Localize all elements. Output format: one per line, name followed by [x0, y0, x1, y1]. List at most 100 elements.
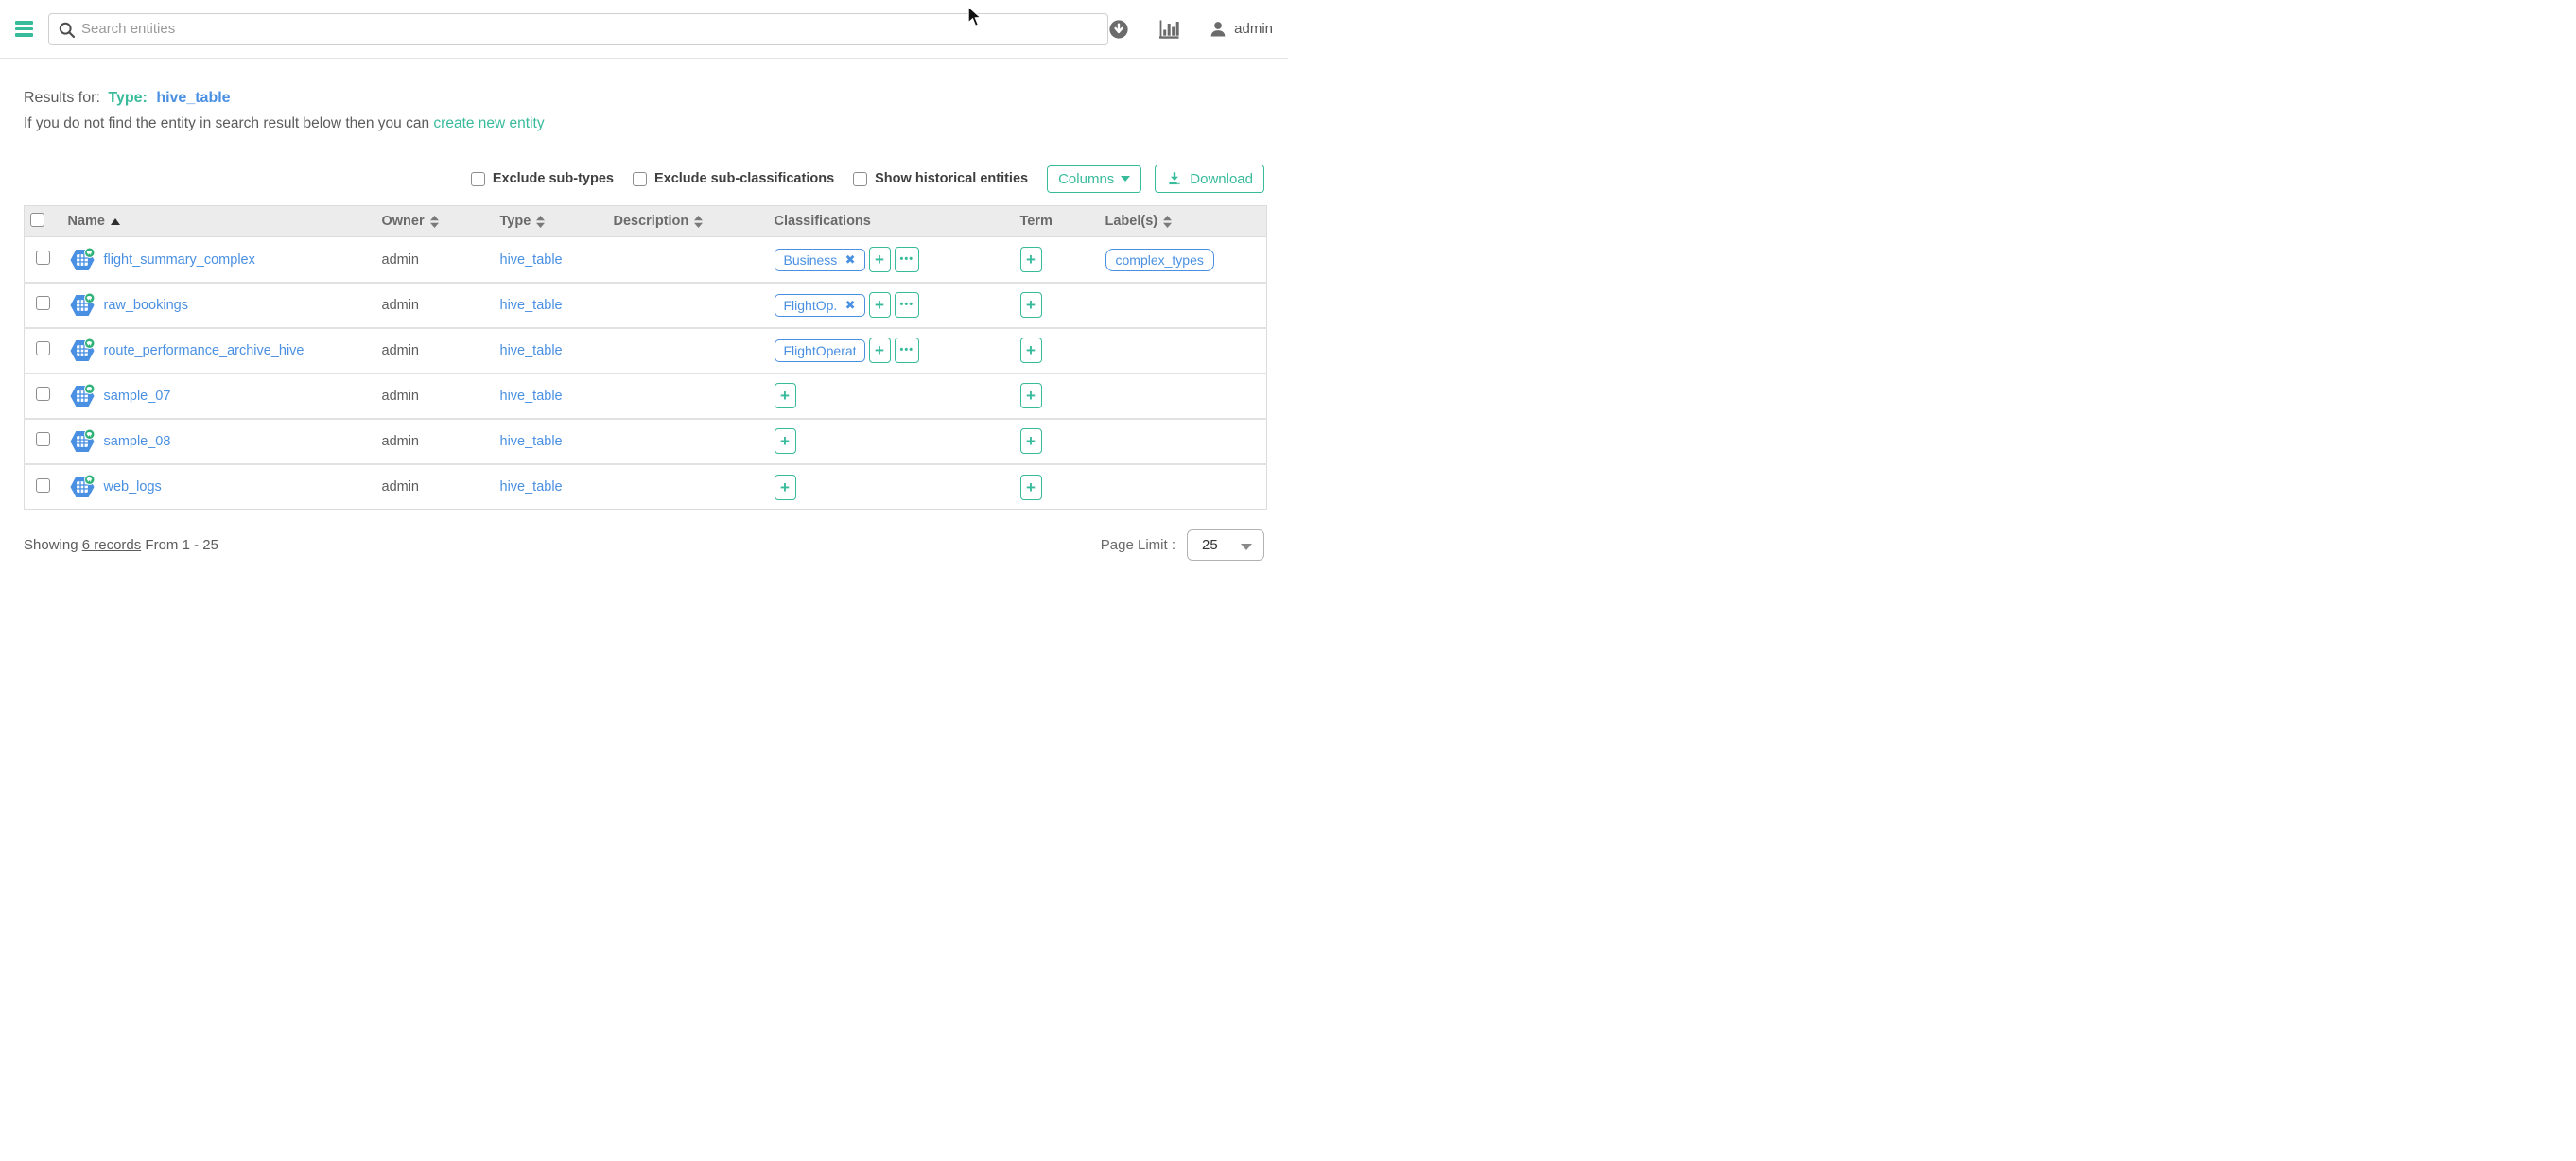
classifications-cell: + — [775, 383, 1009, 408]
entity-type-link[interactable]: hive_table — [500, 434, 563, 449]
page-limit-select[interactable]: 25 — [1187, 529, 1264, 561]
add-term-button[interactable]: + — [1020, 383, 1042, 408]
entity-name-link[interactable]: flight_summary_complex — [104, 252, 255, 268]
entity-name-link[interactable]: sample_08 — [104, 434, 171, 449]
column-header-label: Type — [500, 214, 531, 229]
create-new-entity-link[interactable]: create new entity — [433, 115, 544, 131]
add-term-button[interactable]: + — [1020, 247, 1042, 272]
search-input[interactable] — [81, 21, 1098, 37]
show-historical-entities-checkbox[interactable] — [853, 172, 867, 186]
hive-table-icon — [68, 428, 96, 455]
columns-button[interactable]: Columns — [1047, 165, 1141, 193]
hint-text: If you do not find the entity in search … — [24, 115, 429, 131]
checkbox-label: Exclude sub-types — [493, 171, 614, 186]
remove-classification-icon[interactable]: ✖ — [845, 298, 856, 313]
entity-type-link[interactable]: hive_table — [500, 298, 563, 313]
entity-type-link[interactable]: hive_table — [500, 252, 563, 268]
results-prefix: Results for: — [24, 90, 100, 106]
column-header-label: Owner — [382, 214, 425, 229]
table-row: route_performance_archive_hiveadminhive_… — [25, 328, 1267, 373]
column-header-label: Description — [614, 214, 689, 229]
add-classification-button[interactable]: + — [775, 428, 796, 454]
checkbox-label: Show historical entities — [875, 171, 1028, 186]
table-row: sample_08 admin hive_table + + — [25, 419, 1267, 464]
add-classification-button[interactable]: + — [869, 247, 891, 272]
top-navbar: admin — [0, 0, 1288, 59]
exclude-sub-classifications-checkbox[interactable] — [633, 172, 647, 186]
term-cell: + — [1020, 247, 1094, 272]
classification-tag-label: Business... — [784, 252, 837, 268]
add-classification-button[interactable]: + — [775, 383, 796, 408]
column-header-label: Classifications — [775, 214, 871, 229]
page-limit-label: Page Limit : — [1101, 537, 1175, 553]
column-header-owner: Owner — [376, 206, 495, 237]
row-checkbox[interactable] — [36, 341, 50, 355]
entity-name-link[interactable]: raw_bookings — [104, 298, 188, 313]
row-checkbox[interactable] — [36, 432, 50, 446]
classifications-cell: FlightOp... ✖ +••• — [775, 292, 1009, 318]
add-term-button[interactable]: + — [1020, 338, 1042, 363]
table-row: web_logsadminhive_table++ — [25, 464, 1267, 510]
more-classifications-button[interactable]: ••• — [895, 338, 920, 363]
statistics-button[interactable] — [1157, 19, 1180, 40]
row-checkbox[interactable] — [36, 251, 50, 265]
classification-tag[interactable]: FlightOp... ✖ — [775, 294, 865, 317]
classifications-cell: + — [775, 428, 1009, 454]
entity-type-link[interactable]: hive_table — [500, 479, 563, 494]
exclude-sub-classifications-option: Exclude sub-classifications — [633, 171, 834, 186]
download-button[interactable]: Download — [1155, 165, 1264, 193]
column-header-type: Type — [495, 206, 608, 237]
entity-name-link[interactable]: sample_07 — [104, 389, 171, 404]
hive-table-icon — [68, 383, 96, 409]
add-term-button[interactable]: + — [1020, 475, 1042, 500]
classification-tag[interactable]: Business... ✖ — [775, 249, 865, 271]
row-checkbox[interactable] — [36, 387, 50, 401]
add-classification-button[interactable]: + — [775, 475, 796, 500]
classification-tag[interactable]: FlightOperat... — [775, 339, 865, 362]
entity-type-link[interactable]: hive_table — [500, 389, 563, 404]
user-menu-button[interactable]: admin — [1209, 20, 1273, 39]
more-classifications-button[interactable]: ••• — [895, 292, 920, 318]
table-row: raw_bookingsadminhive_tableFlightOp...✖+… — [25, 283, 1267, 328]
records-count-link[interactable]: 6 records — [82, 537, 142, 553]
downloads-button[interactable] — [1108, 19, 1129, 40]
row-checkbox[interactable] — [36, 296, 50, 310]
sort-ascending-icon — [111, 218, 120, 225]
sort-icon — [1163, 216, 1172, 228]
owner-cell: admin — [382, 389, 420, 404]
hive-table-icon — [68, 292, 96, 319]
filter-type-label: Type: — [108, 90, 147, 106]
classification-tag-label: FlightOp... — [784, 298, 837, 313]
hamburger-menu-icon[interactable] — [13, 17, 35, 41]
remove-classification-icon[interactable]: ✖ — [845, 252, 856, 268]
row-checkbox[interactable] — [36, 478, 50, 493]
more-classifications-button[interactable]: ••• — [895, 247, 920, 272]
labels-cell: complex_types — [1105, 249, 1262, 271]
select-all-checkbox[interactable] — [30, 213, 44, 227]
entity-name-link[interactable]: route_performance_archive_hive — [104, 343, 305, 358]
term-cell: + — [1020, 428, 1094, 454]
results-heading: Results for: Type: hive_table — [24, 87, 1264, 110]
add-classification-button[interactable]: + — [869, 292, 891, 318]
column-header-term: Term — [1015, 206, 1100, 237]
owner-cell: admin — [382, 434, 420, 449]
search-icon — [58, 21, 77, 40]
show-historical-entities-option: Show historical entities — [853, 171, 1028, 186]
label-pill[interactable]: complex_types — [1105, 249, 1214, 271]
exclude-sub-types-checkbox[interactable] — [471, 172, 485, 186]
table-header-row: NameOwnerTypeDescriptionClassificationsT… — [25, 206, 1267, 237]
column-header-label: Term — [1020, 214, 1053, 229]
entity-name-link[interactable]: web_logs — [104, 479, 162, 494]
table-controls: Exclude sub-types Exclude sub-classificat… — [24, 165, 1264, 193]
add-term-button[interactable]: + — [1020, 428, 1042, 454]
sort-icon — [694, 216, 703, 228]
classification-tag-label: FlightOperat... — [784, 343, 856, 358]
add-term-button[interactable]: + — [1020, 292, 1042, 318]
entity-search-box — [48, 13, 1108, 45]
classifications-cell: FlightOperat... +••• — [775, 338, 1009, 363]
entity-type-link[interactable]: hive_table — [500, 343, 563, 358]
create-entity-hint: If you do not find the entity in search … — [24, 113, 1264, 134]
description-cell — [608, 328, 769, 373]
column-header-classifications: Classifications — [769, 206, 1015, 237]
add-classification-button[interactable]: + — [869, 338, 891, 363]
